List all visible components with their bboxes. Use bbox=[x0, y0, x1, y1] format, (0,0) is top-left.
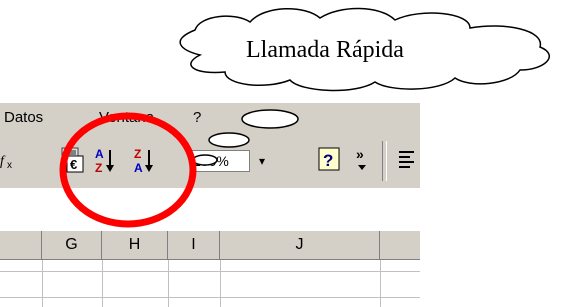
more-buttons-icon[interactable]: » bbox=[356, 145, 370, 175]
menu-bar: Datos Ventana ? bbox=[0, 103, 420, 133]
column-header-next[interactable] bbox=[380, 231, 420, 259]
svg-text:Z: Z bbox=[134, 147, 141, 161]
menu-item-ventana[interactable]: Ventana bbox=[99, 109, 154, 126]
zoom-input[interactable]: 100% bbox=[190, 150, 250, 172]
svg-text:x: x bbox=[7, 160, 12, 171]
euro-currency-icon[interactable]: € bbox=[61, 147, 85, 173]
column-header-h[interactable]: H bbox=[102, 231, 168, 259]
svg-text:Z: Z bbox=[95, 161, 102, 175]
grid-col-line bbox=[42, 260, 43, 307]
svg-text:f: f bbox=[0, 154, 6, 169]
standard-toolbar: f x € A Z Z A 100% ▾ ? » bbox=[0, 133, 420, 188]
sort-descending-icon[interactable]: Z A bbox=[133, 145, 161, 175]
column-header-prev[interactable] bbox=[0, 231, 42, 259]
svg-text:?: ? bbox=[323, 151, 333, 170]
menu-item-datos[interactable]: Datos bbox=[4, 109, 43, 126]
align-left-icon[interactable] bbox=[398, 149, 416, 171]
column-header-g[interactable]: G bbox=[42, 231, 102, 259]
grid-col-line bbox=[380, 260, 381, 307]
paste-function-icon[interactable]: f x bbox=[0, 149, 18, 171]
grid-row-line bbox=[0, 297, 420, 298]
svg-text:€: € bbox=[70, 157, 77, 172]
grid-col-line bbox=[220, 260, 221, 307]
menu-item-help[interactable]: ? bbox=[193, 109, 201, 126]
column-header-j[interactable]: J bbox=[220, 231, 380, 259]
grid-col-line bbox=[168, 260, 169, 307]
svg-text:A: A bbox=[134, 161, 143, 175]
toolbar-separator bbox=[382, 141, 387, 181]
svg-text:A: A bbox=[95, 147, 104, 161]
callout-text: Llamada Rápida bbox=[246, 37, 404, 63]
help-icon[interactable]: ? bbox=[318, 147, 342, 173]
zoom-dropdown-icon[interactable]: ▾ bbox=[252, 150, 272, 172]
grid-col-line bbox=[102, 260, 103, 307]
svg-text:»: » bbox=[356, 146, 364, 162]
cloud-shape bbox=[179, 7, 550, 92]
column-header-i[interactable]: I bbox=[168, 231, 220, 259]
sort-ascending-icon[interactable]: A Z bbox=[94, 145, 122, 175]
column-header-row: G H I J bbox=[0, 230, 420, 260]
grid-row-line bbox=[0, 271, 420, 272]
